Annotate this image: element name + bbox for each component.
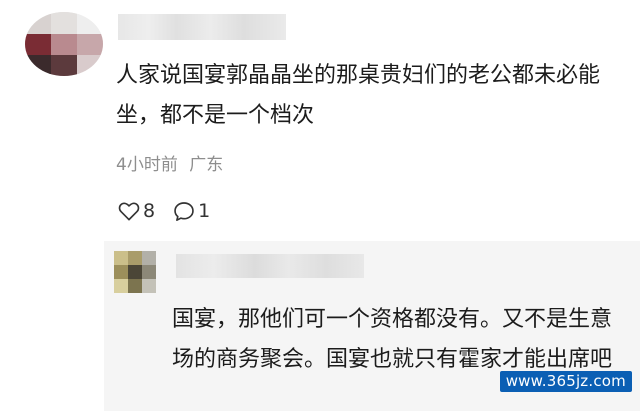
comment-time: 4小时前 — [116, 155, 178, 175]
comment-text: 人家说国宴郭晶晶坐的那桌贵妇们的老公都未必能坐，都不是一个档次 — [116, 63, 601, 128]
comment-actions: 8 1 — [118, 197, 228, 225]
reply-count: 1 — [198, 200, 211, 222]
comment-location: 广东 — [189, 155, 224, 175]
avatar[interactable] — [25, 12, 103, 76]
like-count: 8 — [143, 200, 156, 222]
comment-meta: 4小时前 广东 — [116, 150, 223, 175]
like-button[interactable]: 8 — [118, 200, 155, 222]
watermark: www.365jz.com — [499, 371, 632, 392]
reply-text: 国宴，那他们可一个资格都没有。又不是生意场的商务聚会。国宴也就只有霍家才能出席吧 — [172, 307, 613, 372]
speech-bubble-icon — [173, 201, 195, 222]
reply-avatar[interactable] — [114, 251, 156, 293]
heart-outline-icon — [118, 201, 140, 221]
reply-username-blurred[interactable] — [176, 254, 364, 278]
username-blurred[interactable] — [118, 14, 286, 40]
reply-button[interactable]: 1 — [173, 200, 210, 222]
